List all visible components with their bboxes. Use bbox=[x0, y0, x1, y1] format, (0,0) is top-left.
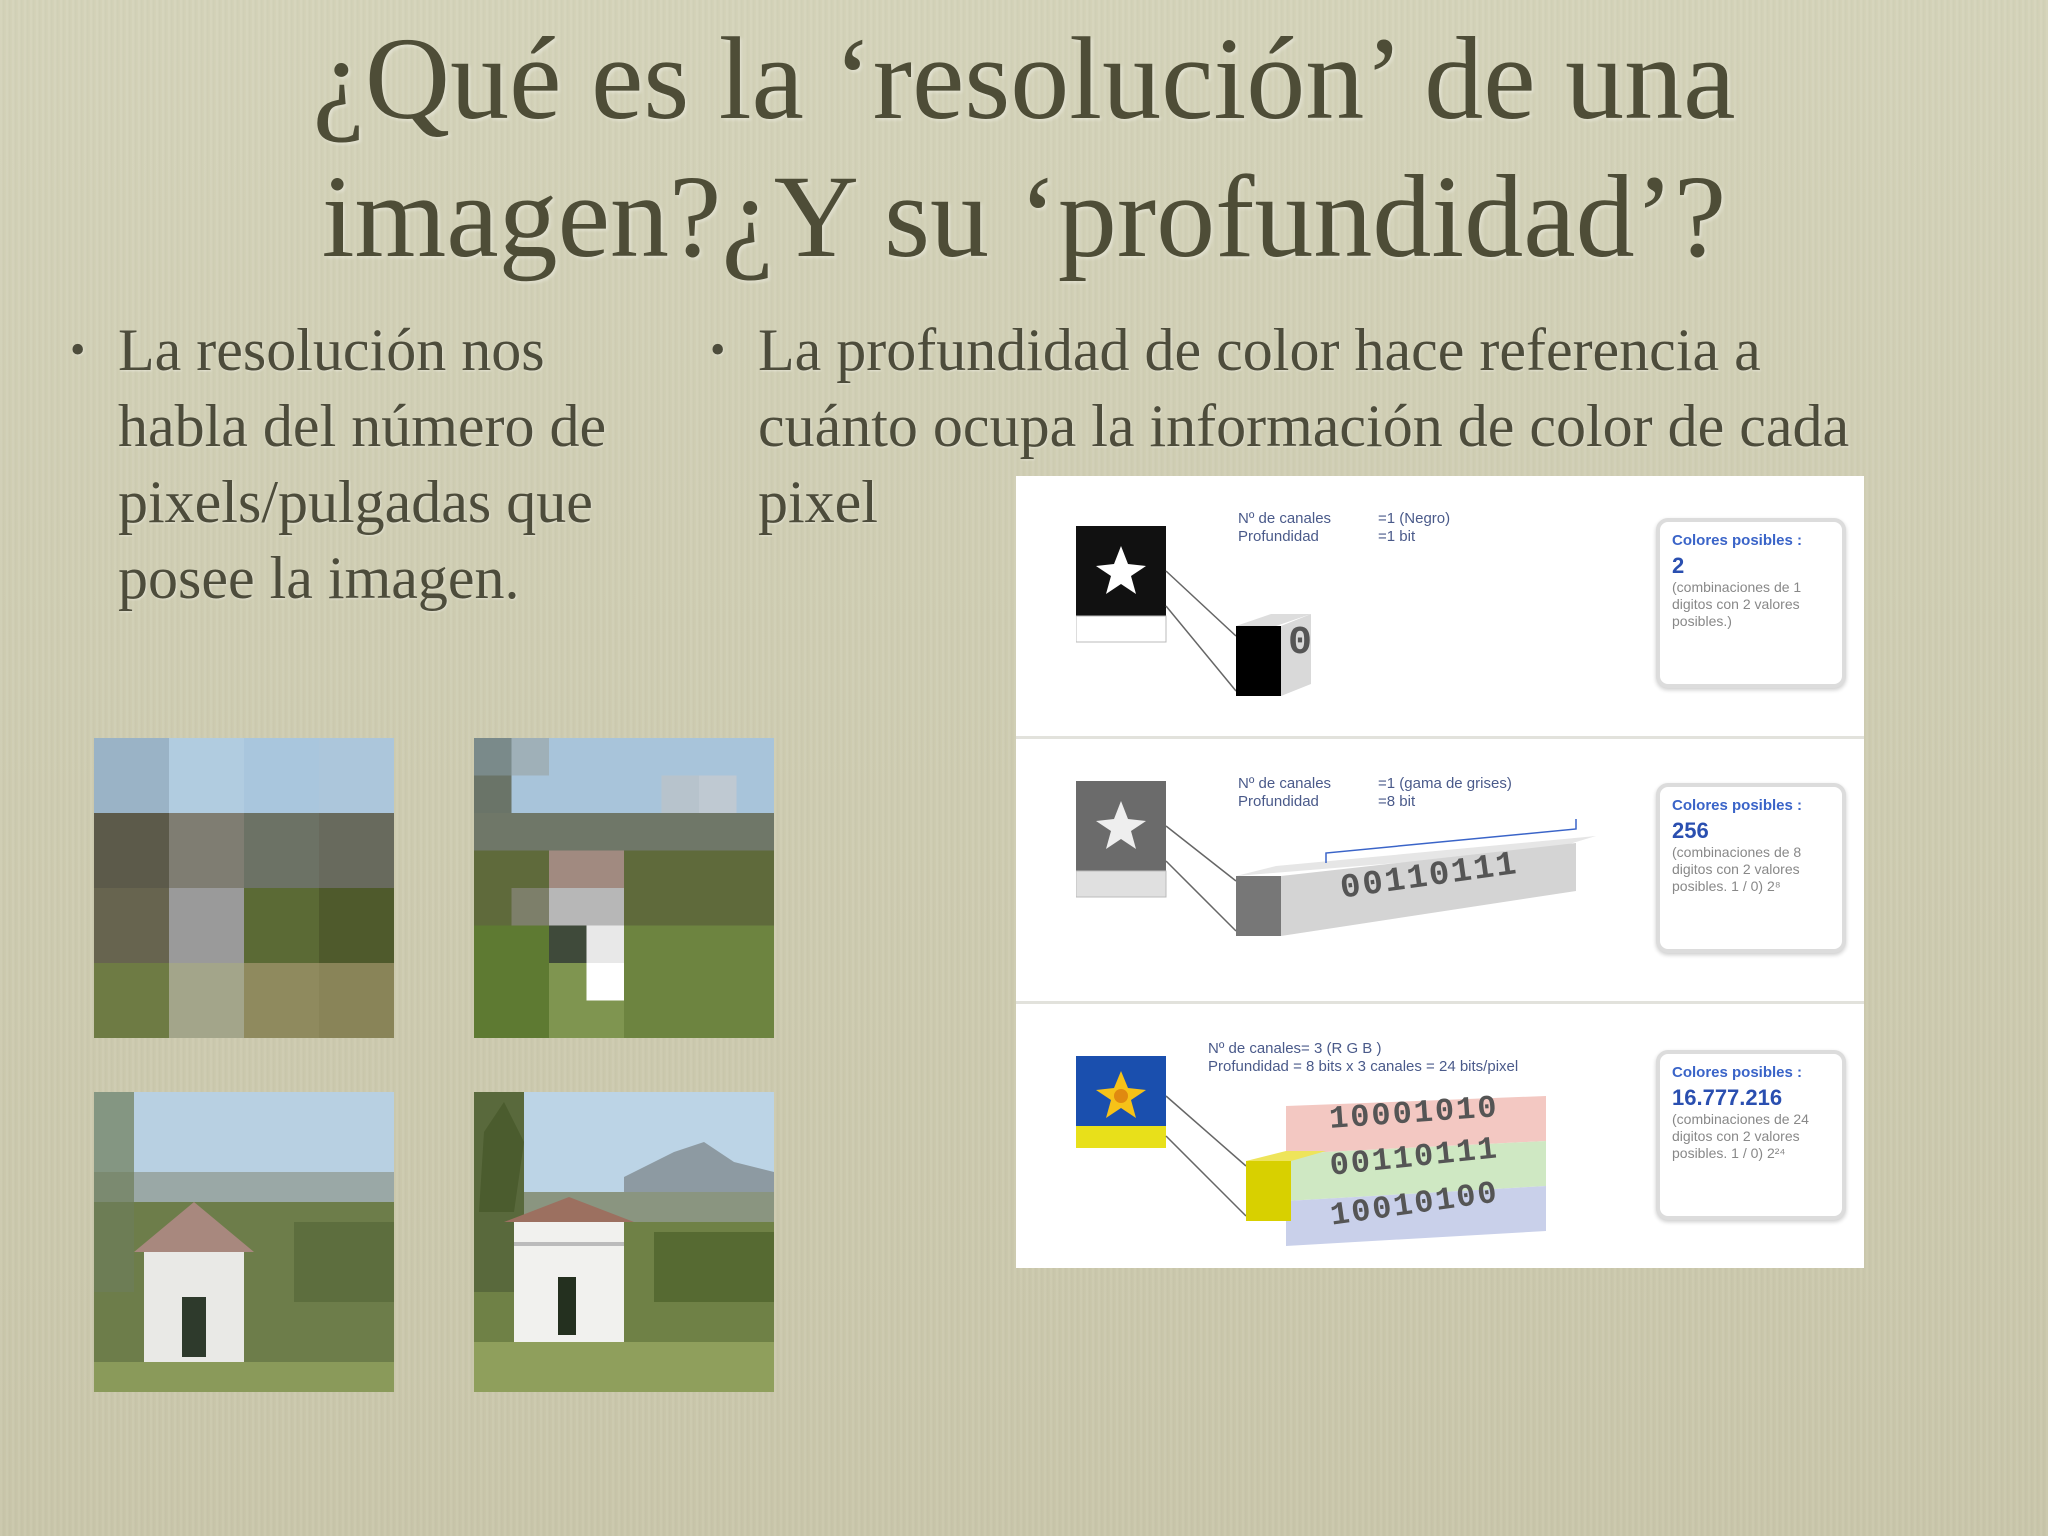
slide-title-line-1: ¿Qué es la ‘resolución’ de una bbox=[312, 13, 1736, 144]
bullet-depth-line-1: La profundidad de color hace referencia … bbox=[758, 317, 1761, 383]
bullet-resolution-text: La resolución nos habla del número de pi… bbox=[118, 317, 607, 611]
possible-colors-count: 16.777.216 bbox=[1672, 1085, 1783, 1110]
bullet-dot: • bbox=[710, 325, 726, 374]
possible-colors-count: 2 bbox=[1672, 553, 1685, 578]
resolution-image-16x16 bbox=[474, 738, 774, 1038]
depth-value: =8 bit bbox=[1378, 793, 1416, 810]
possible-colors-desc: (combinaciones de 1 digitos con 2 valore… bbox=[1672, 579, 1802, 629]
channels-value: =1 (gama de grises) bbox=[1378, 775, 1512, 792]
channels-label: Nº de canales bbox=[1238, 510, 1332, 527]
possible-colors-caption: Colores posibles : bbox=[1672, 1064, 1803, 1081]
depth-value: =1 bit bbox=[1378, 528, 1416, 545]
possible-colors-box: Colores posibles : 256 (combinaciones de… bbox=[1656, 783, 1846, 953]
bullet-resolution: • La resolución nos habla del número de … bbox=[70, 312, 658, 616]
depth-row-8bit: 00110111 Nº de canales =1 (gama de grise… bbox=[1016, 741, 1864, 1004]
color-depth-diagram: 0 Nº de canales =1 (Negro) Profundidad =… bbox=[1016, 476, 1864, 1268]
possible-colors-desc: (combinaciones de 24 digitos con 2 valor… bbox=[1672, 1111, 1809, 1161]
slide-title: ¿Qué es la ‘resolución’ de una imagen?¿Y… bbox=[0, 10, 2048, 286]
depth-label: Profundidad bbox=[1238, 793, 1319, 810]
resolution-image-4x4 bbox=[94, 738, 394, 1038]
bits-1bit: 0 bbox=[1288, 621, 1315, 666]
possible-colors-box: Colores posibles : 16.777.216 (combinaci… bbox=[1656, 1050, 1846, 1220]
possible-colors-caption: Colores posibles : bbox=[1672, 797, 1803, 814]
resolution-image-full bbox=[474, 1092, 774, 1392]
depth-row-24bit: 10001010 00110111 10010100 Nº de canales… bbox=[1016, 1006, 1864, 1268]
depth-label: Profundidad bbox=[1238, 528, 1319, 545]
channels-label: Nº de canales= 3 (R G B ) bbox=[1208, 1040, 1382, 1057]
bullet-depth-line-2: cuánto ocupa la información de color de … bbox=[758, 393, 1850, 459]
bullet-dot: • bbox=[70, 325, 86, 374]
slide-title-line-2: imagen?¿Y su ‘profundidad’? bbox=[321, 151, 1727, 282]
depth-row-1bit: 0 Nº de canales =1 (Negro) Profundidad =… bbox=[1016, 476, 1864, 739]
possible-colors-desc: (combinaciones de 8 digitos con 2 valore… bbox=[1672, 844, 1802, 894]
possible-colors-count: 256 bbox=[1672, 818, 1709, 843]
depth-label: Profundidad = 8 bits x 3 canales = 24 bi… bbox=[1208, 1058, 1519, 1075]
resolution-image-64x64 bbox=[94, 1092, 394, 1392]
channels-value: =1 (Negro) bbox=[1378, 510, 1451, 527]
channels-label: Nº de canales bbox=[1238, 775, 1332, 792]
possible-colors-box: Colores posibles : 2 (combinaciones de 1… bbox=[1656, 518, 1846, 688]
possible-colors-caption: Colores posibles : bbox=[1672, 532, 1803, 549]
